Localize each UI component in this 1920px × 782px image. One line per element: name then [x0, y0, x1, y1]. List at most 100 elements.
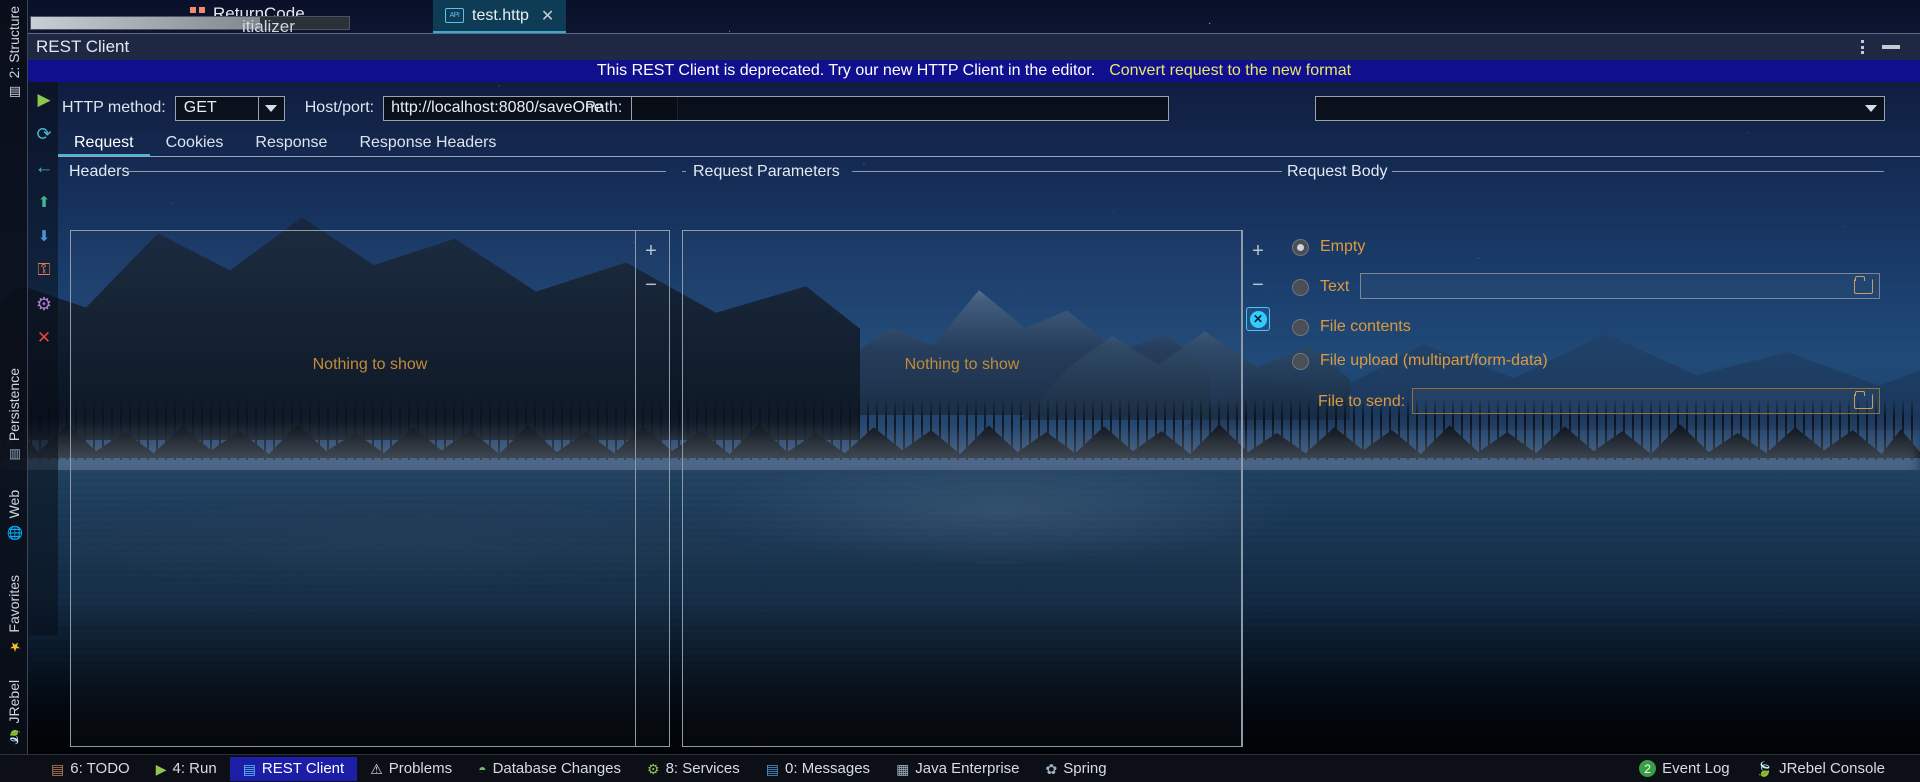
left-tool-rail: ▤ 2: Structure ▥ Persistence 🌐 Web ★ Fav…	[0, 0, 28, 782]
sidebar-item-persistence[interactable]: ▥ Persistence	[0, 368, 28, 462]
remove-header-button[interactable]: −	[639, 273, 663, 297]
messages-icon: ▤	[765, 760, 780, 777]
sidebar-item-web[interactable]: 🌐 Web	[0, 490, 28, 540]
status-item-label: 0: Messages	[785, 760, 871, 777]
run-icon: ▶	[155, 760, 167, 777]
headers-group-line	[126, 171, 666, 172]
body-text-input[interactable]	[1360, 273, 1880, 299]
folder-browse-icon[interactable]	[1854, 390, 1873, 409]
request-tabs: Request Cookies Response Response Header…	[58, 130, 1920, 157]
sidebar-item-label: JRebel	[6, 680, 22, 724]
status-item-java-enterprise[interactable]: ▦ Java Enterprise	[883, 757, 1032, 781]
file-to-send-label: File to send:	[1318, 393, 1406, 410]
body-option-text[interactable]: Text	[1292, 278, 1349, 296]
status-item-database-changes[interactable]: ◓ Database Changes	[465, 757, 634, 781]
parameters-group-line-left	[682, 171, 686, 172]
http-method-value: GET	[183, 99, 217, 116]
status-item-label: JRebel Console	[1779, 760, 1885, 777]
request-body-group-title: Request Body	[1287, 163, 1388, 180]
body-option-empty-label: Empty	[1320, 238, 1366, 255]
saved-request-select[interactable]	[1315, 95, 1885, 121]
close-x-icon[interactable]: ✕	[34, 328, 54, 348]
status-item-messages[interactable]: ▤ 0: Messages	[753, 757, 883, 781]
status-item-label: Problems	[388, 760, 453, 777]
file-export-icon[interactable]: ⬆	[34, 192, 54, 212]
indexing-progress-bar	[30, 16, 350, 30]
add-header-button[interactable]: +	[639, 239, 663, 263]
tabs-divider	[58, 156, 1920, 157]
gear-icon[interactable]: ⚙	[34, 294, 54, 314]
status-item-label: Spring	[1063, 760, 1107, 777]
add-parameter-button[interactable]: +	[1246, 239, 1270, 263]
deprecation-banner-message: This REST Client is deprecated. Try our …	[596, 62, 1096, 79]
convert-request-link[interactable]: Convert request to the new format	[1109, 62, 1351, 80]
sidebar-item-jrebel[interactable]: 🍃 JRebel	[0, 680, 28, 745]
tab-response[interactable]: Response	[239, 134, 343, 157]
key-folder-icon[interactable]: ⚿	[34, 260, 54, 280]
status-item-jrebel-console[interactable]: 🍃 JRebel Console	[1743, 757, 1898, 781]
tab-cookies[interactable]: Cookies	[150, 134, 240, 157]
status-item-event-log[interactable]: 2 Event Log	[1626, 757, 1743, 781]
status-item-label: REST Client	[261, 760, 345, 777]
services-gear-icon: ⚙	[647, 760, 660, 777]
remove-parameter-button[interactable]: −	[1246, 273, 1270, 297]
status-item-rest-client[interactable]: ▤ REST Client	[229, 756, 358, 781]
http-method-select[interactable]: GET	[174, 95, 285, 121]
status-item-run[interactable]: ▶ 4: Run	[143, 757, 230, 781]
headers-buttons: + −	[635, 230, 665, 747]
body-option-empty[interactable]: Empty	[1292, 238, 1365, 256]
sidebar-item-favorites[interactable]: ★ Favorites	[0, 575, 28, 654]
editor-tab-test-http[interactable]: API test.http ✕	[433, 0, 567, 33]
status-item-label: 4: Run	[172, 760, 217, 777]
body-option-file-upload[interactable]: File upload (multipart/form-data)	[1292, 352, 1548, 370]
headers-list[interactable]: Nothing to show	[70, 230, 670, 747]
database-icon: ◓	[478, 760, 487, 777]
more-options-icon[interactable]	[1861, 40, 1864, 54]
parameters-list[interactable]: Nothing to show	[682, 230, 1242, 747]
clear-circle-icon: ✕	[1249, 310, 1267, 328]
warning-triangle-icon: ⚠	[370, 760, 383, 777]
jrebel-icon: 🍃	[6, 729, 22, 746]
path-input[interactable]	[631, 95, 1170, 121]
body-option-file-contents-label: File contents	[1320, 318, 1411, 335]
file-import-icon[interactable]: ⬇	[34, 226, 54, 246]
restore-request-button[interactable]: ←	[34, 157, 54, 178]
status-item-problems[interactable]: ⚠ Problems	[357, 757, 465, 781]
tab-request[interactable]: Request	[58, 134, 150, 157]
java-enterprise-icon: ▦	[896, 760, 910, 777]
ide-window: ReturnCode itializer API test.http ✕ RES…	[0, 0, 1920, 782]
tool-window-actions	[1861, 40, 1920, 54]
clear-parameters-button[interactable]: ✕	[1246, 307, 1270, 331]
minimize-icon[interactable]	[1882, 45, 1900, 49]
radio-text[interactable]	[1292, 278, 1309, 296]
http-method-label: HTTP method:	[62, 99, 166, 116]
status-item-label: Java Enterprise	[915, 760, 1020, 777]
star-icon: ★	[6, 638, 22, 654]
sidebar-item-label: 2: Structure	[6, 6, 22, 79]
run-request-button[interactable]: ▶	[34, 90, 54, 110]
editor-tab-strip: ReturnCode itializer API test.http ✕	[0, 0, 1920, 36]
rest-client-action-column: ▶ ⟳ ← ⬆ ⬇ ⚿ ⚙ ✕	[28, 82, 58, 635]
extra-combo-group	[1315, 92, 1885, 124]
status-item-todo[interactable]: ▤ 6: TODO	[38, 757, 143, 781]
folder-browse-icon[interactable]	[1854, 275, 1873, 294]
sidebar-item-structure[interactable]: ▤ 2: Structure	[0, 6, 28, 99]
structure-icon: ▤	[6, 84, 22, 100]
status-item-spring[interactable]: ✿ Spring	[1033, 757, 1120, 781]
persistence-icon: ▥	[6, 447, 22, 463]
repeat-request-button[interactable]: ⟳	[34, 124, 54, 144]
close-icon[interactable]: ✕	[541, 6, 554, 26]
sidebar-item-label: Favorites	[6, 575, 22, 633]
todo-icon: ▤	[51, 760, 65, 777]
chevron-down-icon	[257, 96, 284, 120]
status-item-label: 8: Services	[665, 760, 740, 777]
status-item-services[interactable]: ⚙ 8: Services	[634, 757, 753, 781]
chevron-down-icon	[1858, 97, 1884, 120]
radio-file-upload[interactable]	[1292, 352, 1309, 370]
radio-file-contents[interactable]	[1292, 318, 1309, 336]
tab-response-headers[interactable]: Response Headers	[343, 134, 512, 157]
body-option-file-contents[interactable]: File contents	[1292, 318, 1411, 336]
parameters-buttons: + − ✕	[1242, 230, 1272, 747]
radio-empty[interactable]	[1292, 238, 1309, 256]
file-to-send-input[interactable]	[1412, 388, 1880, 414]
